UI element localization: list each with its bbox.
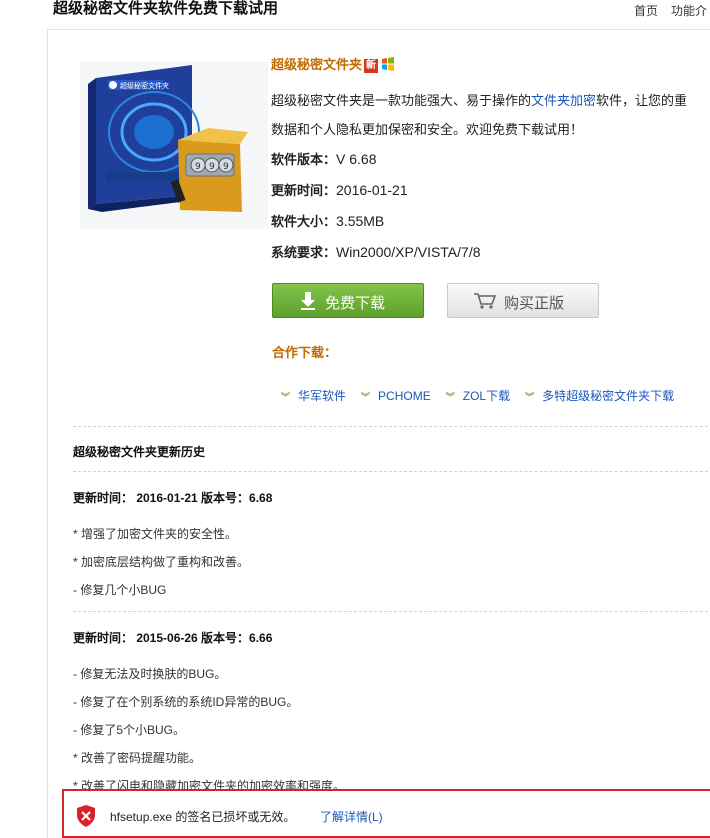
top-nav: 首页 功能介 — [634, 2, 710, 19]
change-item: - 修复无法及时换肤的BUG。 — [73, 667, 227, 681]
double-chevron-icon: ︾ — [361, 392, 371, 402]
spec-list: 软件版本：V 6.68 更新时间：2016-01-21 软件大小：3.55MB … — [271, 144, 710, 268]
warning-message: hfsetup.exe 的签名已损坏或无效。 — [110, 810, 296, 824]
download-arrow-icon — [300, 292, 316, 314]
product-info: 超级秘密文件夹新 超级秘密文件夹是一款功能强大、易于操作的文件夹加密软件，让您的… — [271, 56, 710, 268]
version-header: 更新时间： 2016-01-21 版本号：6.68 — [73, 491, 273, 505]
change-item: - 修复了在个别系统的系统ID异常的BUG。 — [73, 695, 299, 709]
product-description: 超级秘密文件夹是一款功能强大、易于操作的文件夹加密软件，让您的重 数据和个人隐私… — [271, 93, 688, 137]
divider — [73, 426, 710, 427]
svg-text:9: 9 — [223, 162, 229, 172]
partner-link-pchome[interactable]: ︾ PCHOME — [361, 389, 431, 403]
windows-logo-icon — [381, 57, 395, 71]
double-chevron-icon: ︾ — [445, 392, 455, 402]
divider — [73, 471, 710, 472]
update-history-title: 超级秘密文件夹更新历史 — [73, 445, 206, 459]
version-header: 更新时间： 2015-06-26 版本号：6.66 — [73, 631, 273, 645]
product-name: 超级秘密文件夹 — [271, 57, 363, 72]
partner-link-huajun[interactable]: ︾ 华军软件 — [281, 387, 346, 404]
double-chevron-icon: ︾ — [525, 392, 535, 402]
change-item: * 加密底层结构做了重构和改善。 — [73, 555, 250, 569]
download-warning-bar: hfsetup.exe 的签名已损坏或无效。 了解详情(L) — [62, 789, 710, 838]
product-name-row: 超级秘密文件夹新 — [271, 56, 710, 74]
partner-link-duote[interactable]: ︾ 多特超级秘密文件夹下载 — [525, 387, 674, 404]
shield-error-icon — [76, 805, 96, 832]
spec-update-time: 更新时间：2016-01-21 — [271, 182, 408, 198]
spec-version: 软件版本：V 6.68 — [271, 151, 377, 167]
buy-button[interactable]: 购买正版 — [447, 283, 599, 318]
cart-icon — [474, 293, 497, 313]
folder-encryption-link[interactable]: 文件夹加密 — [531, 93, 596, 108]
learn-more-link[interactable]: 了解详情(L) — [320, 808, 383, 825]
svg-text:9: 9 — [195, 162, 201, 172]
nav-home-link[interactable]: 首页 — [634, 4, 658, 18]
spec-size: 软件大小：3.55MB — [271, 213, 385, 229]
change-item: - 修复了5个小BUG。 — [73, 723, 186, 737]
page-title: 超级秘密文件夹软件免费下载试用 — [53, 0, 279, 17]
double-chevron-icon: ︾ — [281, 392, 291, 402]
change-item: * 增强了加密文件夹的安全性。 — [73, 527, 238, 541]
svg-text:9: 9 — [209, 162, 215, 172]
free-download-button[interactable]: 免费下载 — [272, 283, 424, 318]
product-box-image: 超级秘密文件夹 9 9 9 — [80, 62, 268, 229]
change-item: * 改善了密码提醒功能。 — [73, 751, 202, 765]
top-bar: 超级秘密文件夹软件免费下载试用 首页 功能介 — [0, 0, 710, 26]
partner-links: ︾ 华军软件 ︾ PCHOME ︾ ZOL下载 ︾ 多特超级秘密文件夹下载 — [281, 387, 689, 404]
new-badge: 新 — [364, 59, 379, 73]
divider — [73, 611, 710, 612]
change-item: - 修复几个小BUG — [73, 583, 167, 597]
partner-download-title: 合作下载： — [272, 345, 338, 360]
spec-requirements: 系统要求：Win2000/XP/VISTA/7/8 — [271, 244, 481, 260]
box-brand-text: 超级秘密文件夹 — [120, 81, 169, 90]
nav-features-link[interactable]: 功能介 — [671, 4, 707, 18]
partner-link-zol[interactable]: ︾ ZOL下载 — [446, 387, 510, 404]
